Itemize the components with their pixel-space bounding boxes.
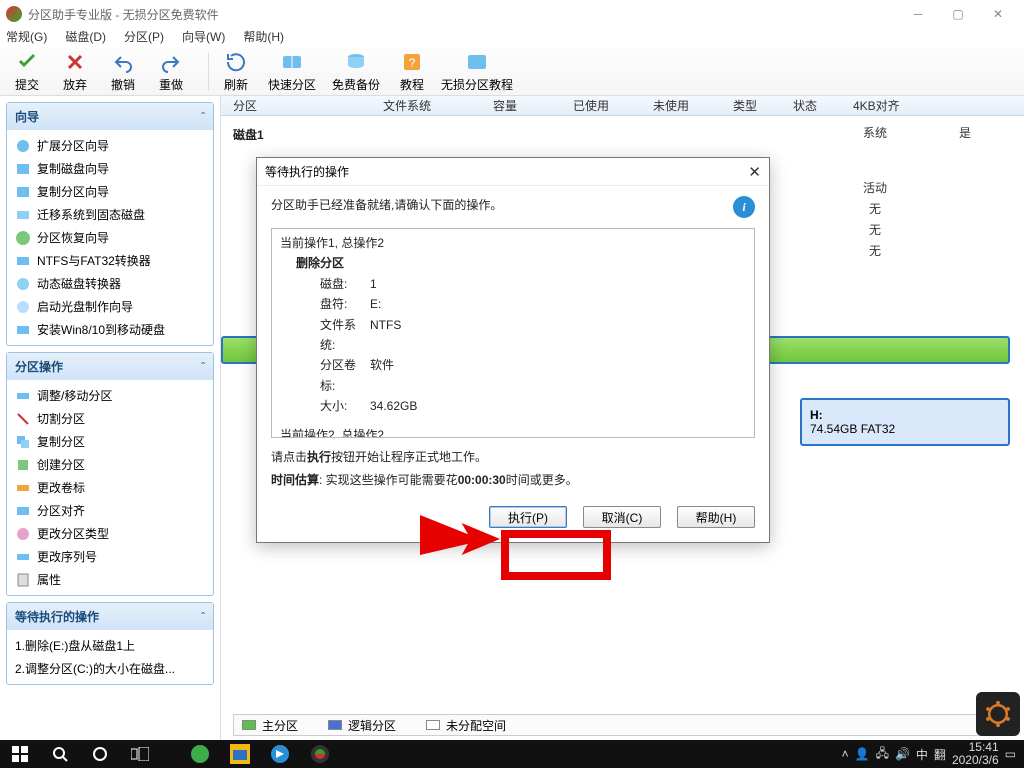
row-state: 无 — [830, 242, 920, 259]
legend-logical-swatch — [328, 720, 342, 730]
dialog-note-exec: 请点击执行按钮开始让程序正式地工作。 — [271, 448, 755, 465]
legend-unalloc-swatch — [426, 720, 440, 730]
partition-sub: 74.54GB FAT32 — [810, 422, 1000, 436]
window-titlebar: 分区助手专业版 - 无损分区免费软件 ─ ▢ ✕ — [0, 0, 1024, 28]
task-app-2[interactable] — [220, 740, 260, 768]
partition-title: H: — [810, 408, 1000, 422]
cortana-button[interactable] — [80, 740, 120, 768]
col-state: 系统 — [830, 124, 920, 141]
menu-disk[interactable]: 磁盘(D) — [65, 28, 106, 48]
menubar: 常规(G) 磁盘(D) 分区(P) 向导(W) 帮助(H) — [0, 28, 1024, 48]
ops-item[interactable]: 更改序列号 — [7, 545, 213, 568]
pending-item[interactable]: 1.删除(E:)盘从磁盘1上 — [7, 634, 213, 657]
ime-indicator[interactable]: 中 — [916, 746, 928, 763]
task-app-3[interactable] — [260, 740, 300, 768]
ops-item[interactable]: 切割分区 — [7, 407, 213, 430]
start-button[interactable] — [0, 740, 40, 768]
help-button[interactable]: 帮助(H) — [677, 506, 755, 528]
redo-button[interactable]: 重做 — [152, 50, 190, 93]
cancel-button[interactable]: 取消(C) — [583, 506, 661, 528]
info-icon: i — [733, 196, 755, 218]
pending-panel-header[interactable]: 等待执行的操作ˆ — [7, 603, 213, 630]
system-tray: ˄ 👤 🖧 🔊 中 翻 15:41 2020/3/6 ▭ — [834, 741, 1024, 767]
legend-primary-swatch — [242, 720, 256, 730]
wizard-item[interactable]: 扩展分区向导 — [7, 134, 213, 157]
annotation-highlight-box — [501, 530, 611, 580]
brand-float-icon[interactable] — [976, 692, 1020, 736]
task-app-4[interactable] — [300, 740, 340, 768]
discard-button[interactable]: 放弃 — [56, 50, 94, 93]
wizard-item[interactable]: 动态磁盘转换器 — [7, 272, 213, 295]
chevron-up-icon: ˆ — [201, 360, 205, 374]
dialog-close-button[interactable]: ✕ — [748, 163, 761, 181]
tray-up-icon[interactable]: ˄ — [842, 747, 849, 761]
row-state: 无 — [830, 200, 920, 217]
ops-item[interactable]: 创建分区 — [7, 453, 213, 476]
toolbar: 提交 放弃 撤销 重做 刷新 快速分区 免费备份 ?教程 无损分区教程 — [0, 48, 1024, 96]
task-app-1[interactable] — [180, 740, 220, 768]
menu-help[interactable]: 帮助(H) — [243, 28, 284, 48]
lossless-tutorial-button[interactable]: 无损分区教程 — [441, 50, 513, 93]
quick-partition-button[interactable]: 快速分区 — [265, 50, 319, 93]
wizard-item[interactable]: NTFS与FAT32转换器 — [7, 249, 213, 272]
wizard-item[interactable]: 复制分区向导 — [7, 180, 213, 203]
dialog-op-list[interactable]: 当前操作1, 总操作2 删除分区 磁盘:1 盘符:E: 文件系统:NTFS 分区… — [271, 228, 755, 438]
col-align: 是 — [920, 124, 1010, 141]
tray-volume-icon[interactable]: 🔊 — [895, 747, 910, 761]
ops-item[interactable]: 复制分区 — [7, 430, 213, 453]
chevron-up-icon: ˆ — [201, 610, 205, 624]
close-button[interactable]: ✕ — [978, 0, 1018, 28]
clock[interactable]: 15:41 2020/3/6 — [952, 741, 999, 767]
wizard-panel-header[interactable]: 向导ˆ — [7, 103, 213, 130]
tray-people-icon[interactable]: 👤 — [855, 747, 870, 761]
ops-item[interactable]: 分区对齐 — [7, 499, 213, 522]
svg-text:?: ? — [409, 56, 416, 70]
pending-item[interactable]: 2.调整分区(C:)的大小在磁盘... — [7, 657, 213, 680]
wizard-item[interactable]: 启动光盘制作向导 — [7, 295, 213, 318]
ops-panel-header[interactable]: 分区操作ˆ — [7, 353, 213, 380]
ime-indicator-2[interactable]: 翻 — [934, 746, 946, 763]
dialog-title: 等待执行的操作 — [265, 163, 349, 180]
refresh-button[interactable]: 刷新 — [217, 50, 255, 93]
dialog-message: 分区助手已经准备就绪,请确认下面的操作。 — [271, 196, 733, 213]
tutorial-button[interactable]: ?教程 — [393, 50, 431, 93]
taskview-button[interactable] — [120, 740, 160, 768]
wizard-item[interactable]: 迁移系统到固态磁盘 — [7, 203, 213, 226]
minimize-button[interactable]: ─ — [898, 0, 938, 28]
chevron-up-icon: ˆ — [201, 110, 205, 124]
menu-wizard[interactable]: 向导(W) — [182, 28, 225, 48]
annotation-arrow-icon — [415, 515, 505, 555]
partition-block-h[interactable]: H: 74.54GB FAT32 — [800, 398, 1010, 446]
row-state: 无 — [830, 221, 920, 238]
window-title: 分区助手专业版 - 无损分区免费软件 — [28, 6, 219, 23]
commit-button[interactable]: 提交 — [8, 50, 46, 93]
free-backup-button[interactable]: 免费备份 — [329, 50, 383, 93]
dialog-note-time: 时间估算: 实现这些操作可能需要花00:00:30时间或更多。 — [271, 471, 755, 488]
undo-button[interactable]: 撤销 — [104, 50, 142, 93]
search-button[interactable] — [40, 740, 80, 768]
ops-item[interactable]: 更改分区类型 — [7, 522, 213, 545]
action-center-icon[interactable]: ▭ — [1005, 747, 1016, 761]
ops-item[interactable]: 更改卷标 — [7, 476, 213, 499]
wizard-item[interactable]: 复制磁盘向导 — [7, 157, 213, 180]
menu-partition[interactable]: 分区(P) — [124, 28, 164, 48]
ops-item[interactable]: 属性 — [7, 568, 213, 591]
legend: 主分区 逻辑分区 未分配空间 — [233, 714, 1012, 736]
column-headers: 分区 文件系统 容量 已使用 未使用 类型 状态 4KB对齐 — [221, 96, 1024, 116]
menu-general[interactable]: 常规(G) — [6, 28, 47, 48]
maximize-button[interactable]: ▢ — [938, 0, 978, 28]
ops-item[interactable]: 调整/移动分区 — [7, 384, 213, 407]
tray-network-icon[interactable]: 🖧 — [876, 744, 889, 765]
taskbar: ˄ 👤 🖧 🔊 中 翻 15:41 2020/3/6 ▭ — [0, 740, 1024, 768]
app-logo-icon — [6, 6, 22, 22]
pending-ops-dialog: 等待执行的操作 ✕ 分区助手已经准备就绪,请确认下面的操作。 i 当前操作1, … — [256, 157, 770, 543]
row-state: 活动 — [830, 179, 920, 196]
wizard-item[interactable]: 分区恢复向导 — [7, 226, 213, 249]
wizard-item[interactable]: 安装Win8/10到移动硬盘 — [7, 318, 213, 341]
left-sidebar: 向导ˆ 扩展分区向导 复制磁盘向导 复制分区向导 迁移系统到固态磁盘 分区恢复向… — [0, 96, 220, 740]
